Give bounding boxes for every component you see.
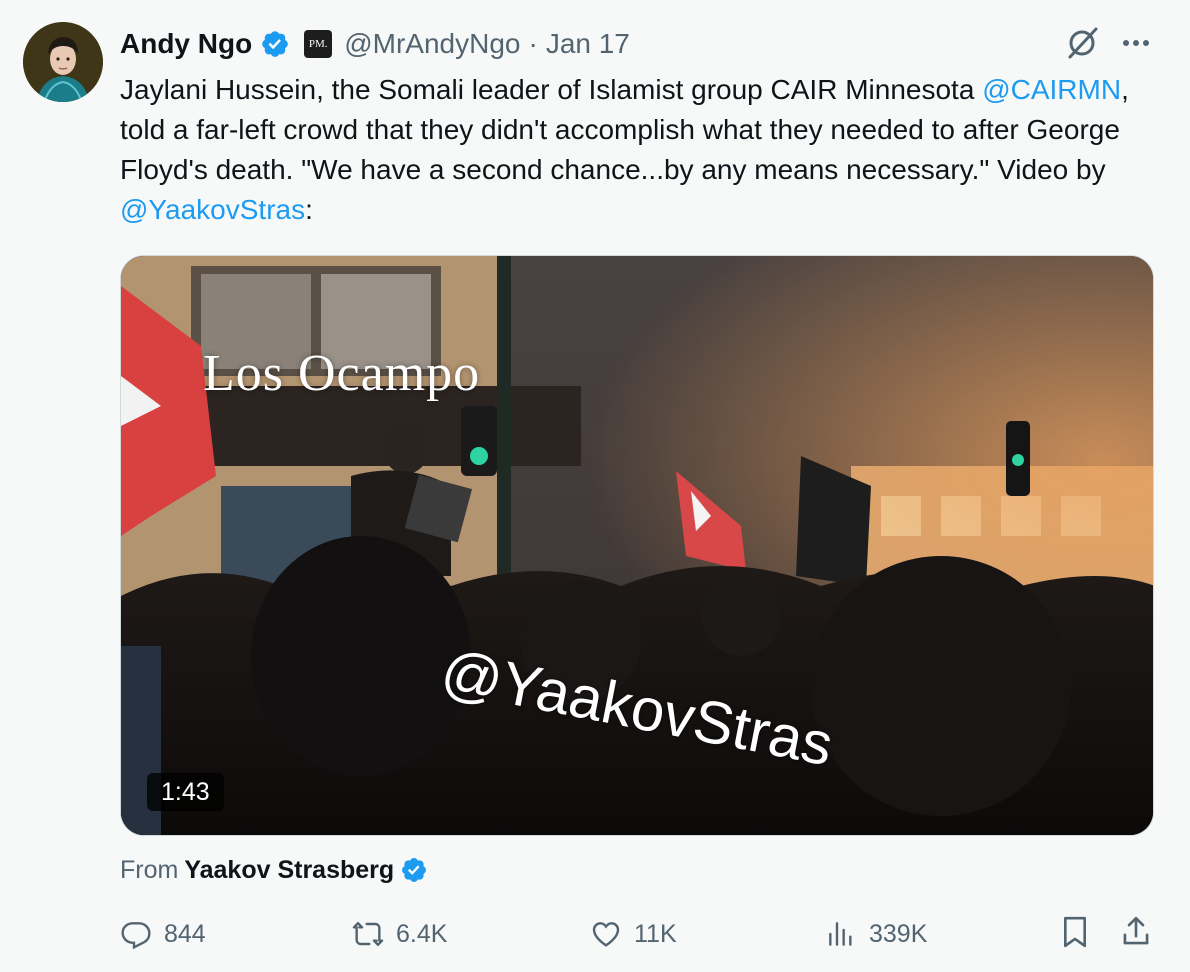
bookmark-button[interactable] [1058, 914, 1092, 950]
affiliation-badge[interactable]: PM. [304, 30, 333, 58]
separator-dot: · [528, 28, 538, 59]
bookmark-icon [1058, 914, 1092, 950]
views-button[interactable]: 339K [825, 914, 927, 954]
tweet-text-part-3: : [305, 194, 313, 225]
reply-count: 844 [164, 919, 206, 948]
more-icon[interactable] [1118, 28, 1154, 58]
views-count: 339K [869, 919, 928, 948]
video-duration: 1:43 [147, 773, 224, 811]
tweet-header: Andy Ngo PM. @MrAndyNgo · Jan 17 [120, 24, 630, 64]
avatar[interactable] [23, 22, 103, 102]
from-label: From [120, 855, 179, 884]
video-frame-scene [121, 256, 1153, 835]
share-button[interactable] [1119, 914, 1153, 950]
like-count: 11K [634, 919, 677, 948]
author-name[interactable]: Andy Ngo [120, 28, 252, 60]
author-handle[interactable]: @MrAndyNgo [344, 28, 520, 60]
grok-icon[interactable] [1063, 24, 1101, 62]
video-attribution: From Yaakov Strasberg [120, 852, 428, 888]
repost-button[interactable]: 6.4K [352, 914, 447, 954]
mention-link-cairmn[interactable]: @CAIRMN [982, 74, 1121, 105]
video-player[interactable]: Los Ocampo @YaakovStras 1:43 [120, 255, 1154, 836]
reply-button[interactable]: 844 [120, 914, 206, 954]
tweet-text: Jaylani Hussein, the Somali leader of Is… [120, 70, 1160, 230]
from-author-name[interactable]: Yaakov Strasberg [184, 856, 394, 885]
verified-badge-icon[interactable] [260, 29, 290, 59]
reply-icon [120, 918, 152, 950]
tweet: Andy Ngo PM. @MrAndyNgo · Jan 17 Jaylani… [0, 0, 1190, 972]
mention-link-yaakovstras[interactable]: @YaakovStras [120, 194, 305, 225]
tweet-date[interactable]: Jan 17 [546, 28, 630, 60]
like-icon [590, 918, 622, 950]
video-sign-text: Los Ocampo [203, 345, 481, 402]
verified-badge-icon[interactable] [400, 856, 428, 884]
repost-count: 6.4K [396, 919, 448, 948]
share-icon [1119, 914, 1153, 950]
views-icon [825, 918, 857, 950]
repost-icon [352, 918, 384, 950]
like-button[interactable]: 11K [590, 914, 677, 954]
tweet-text-part-1: Jaylani Hussein, the Somali leader of Is… [120, 74, 983, 105]
